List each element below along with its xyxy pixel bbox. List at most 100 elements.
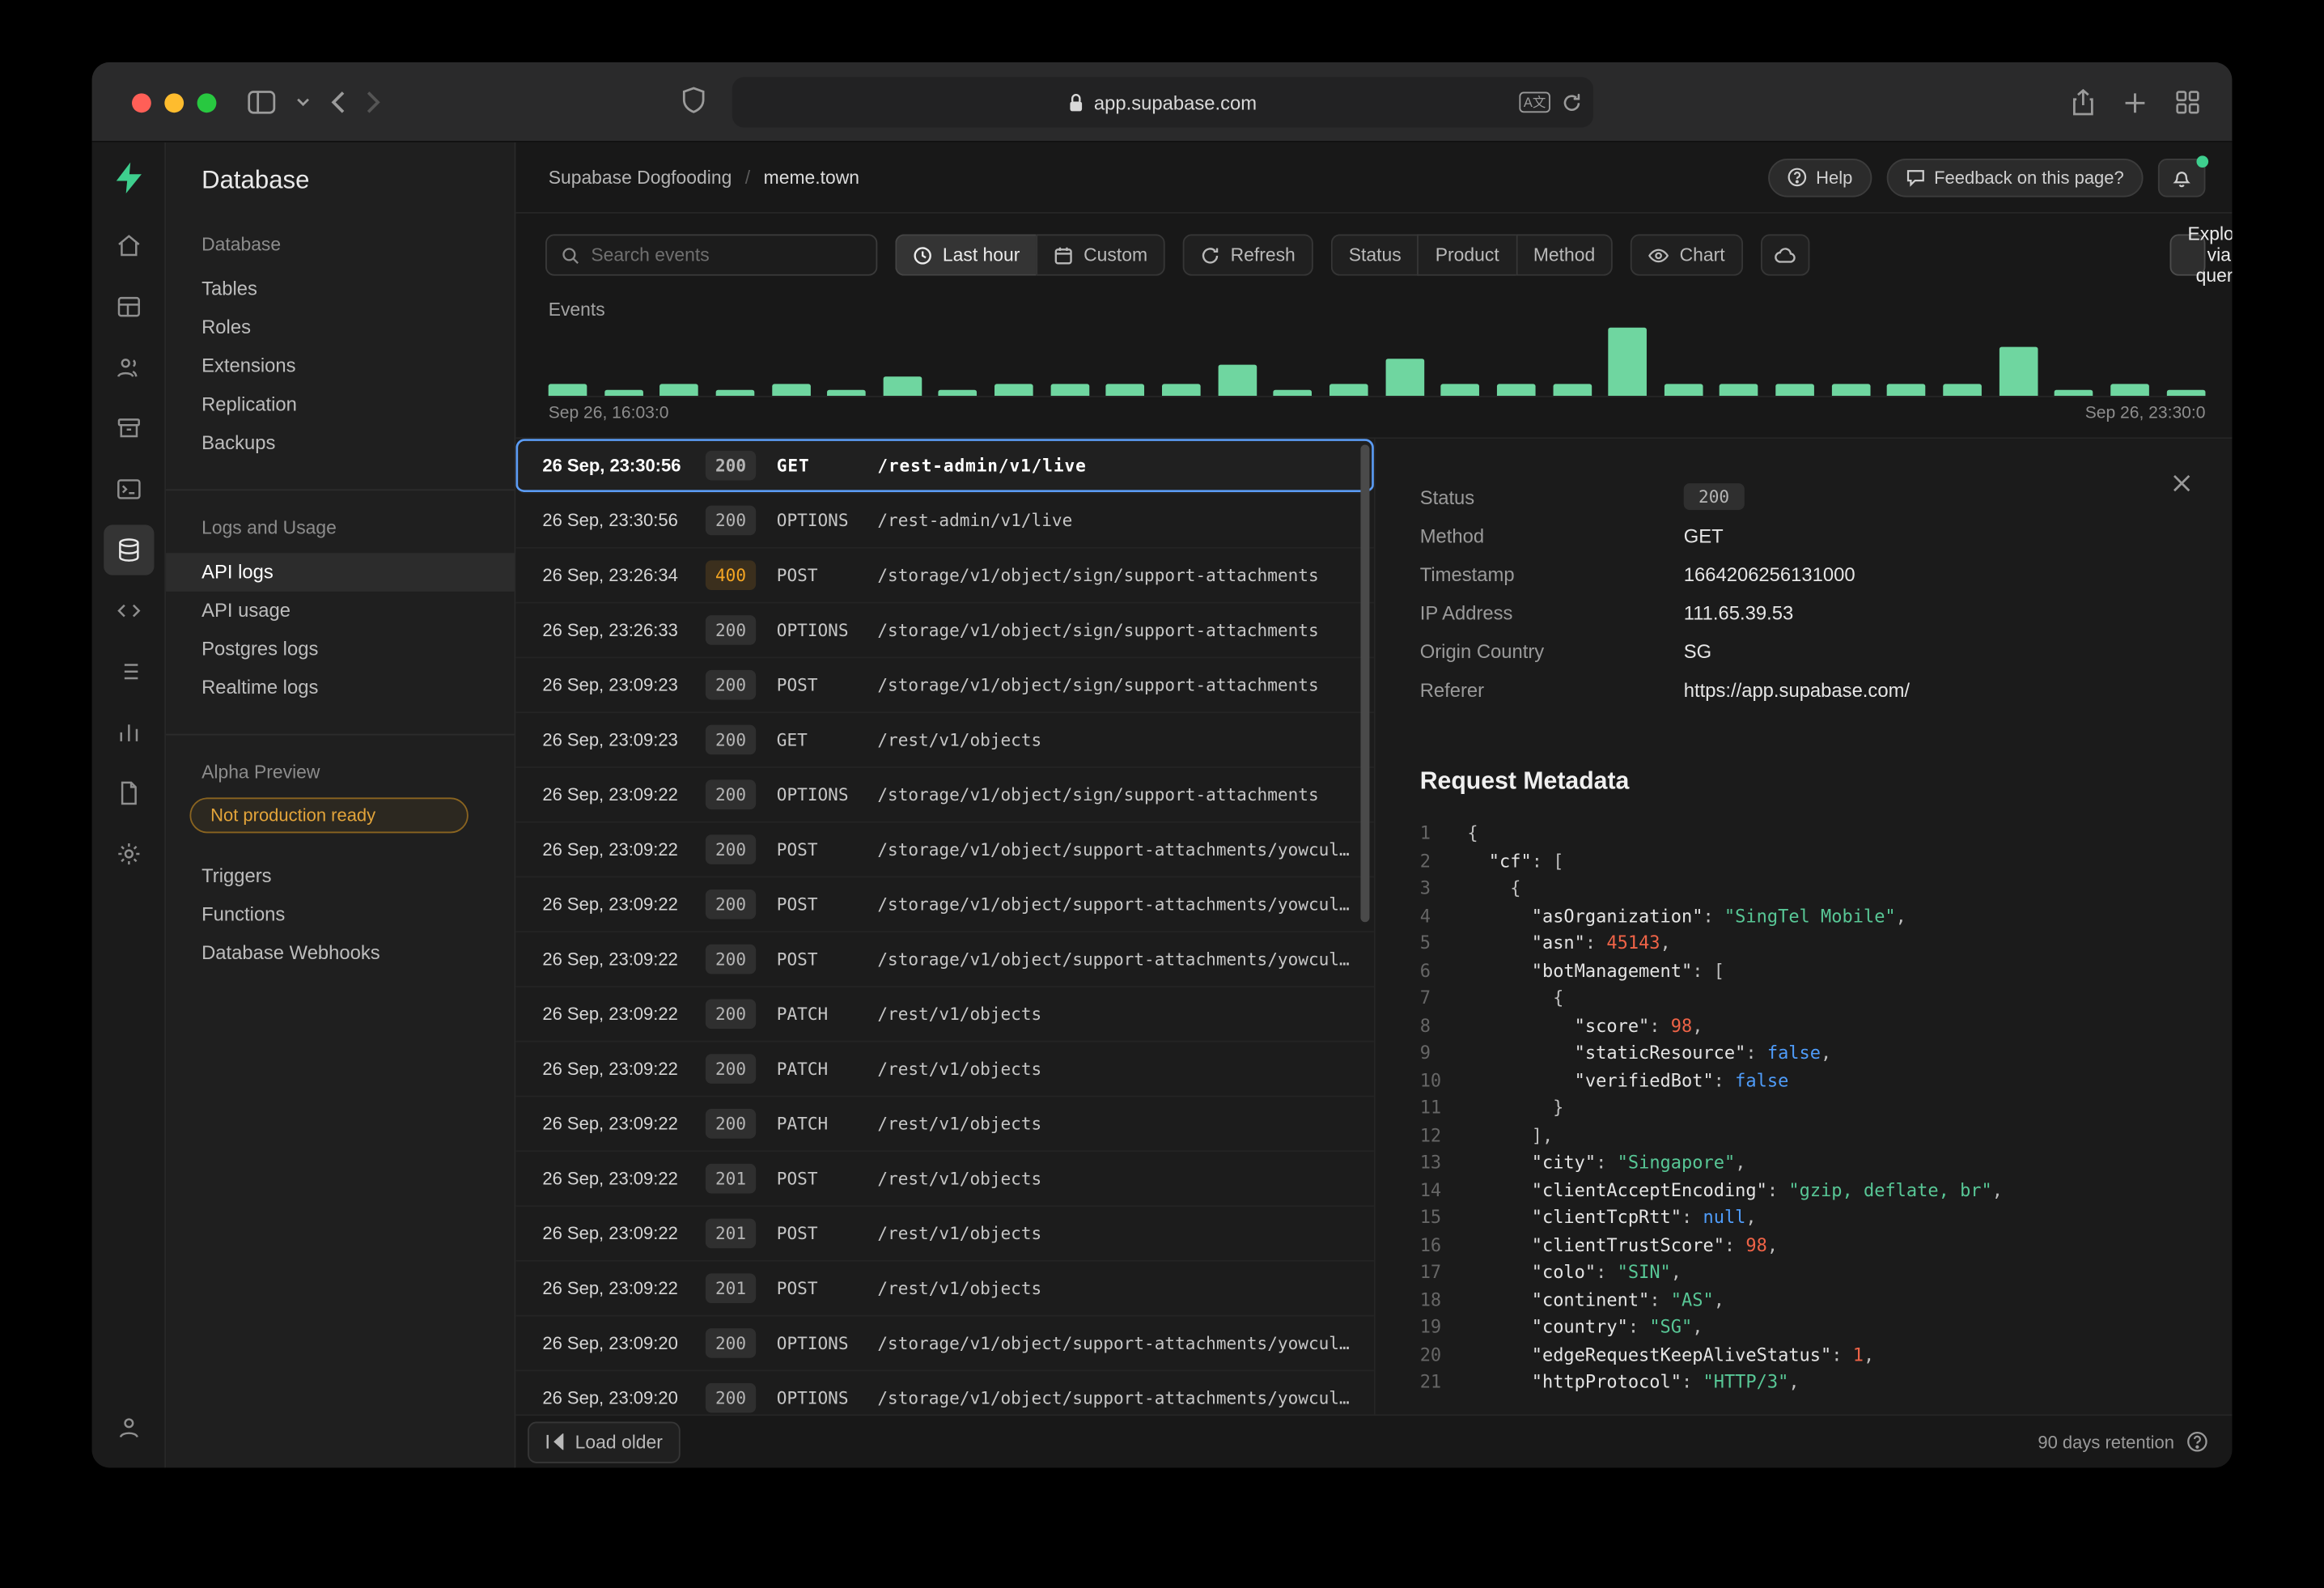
chart-bar[interactable]: [1385, 359, 1424, 396]
chart-bar[interactable]: [1775, 384, 1814, 396]
log-row[interactable]: 26 Sep, 23:09:22 200 OPTIONS /storage/v1…: [515, 768, 1374, 823]
chart-bar[interactable]: [2055, 390, 2093, 396]
log-row[interactable]: 26 Sep, 23:26:33 200 OPTIONS /storage/v1…: [515, 603, 1374, 658]
log-row[interactable]: 26 Sep, 23:26:34 400 POST /storage/v1/ob…: [515, 549, 1374, 604]
log-row[interactable]: 26 Sep, 23:09:22 200 PATCH /rest/v1/obje…: [515, 1042, 1374, 1098]
log-row[interactable]: 26 Sep, 23:30:56 200 OPTIONS /rest-admin…: [515, 494, 1374, 549]
chart-bar[interactable]: [1831, 384, 1870, 396]
chart-bar[interactable]: [1274, 390, 1313, 396]
sql-editor-icon[interactable]: [103, 464, 153, 514]
log-row[interactable]: 26 Sep, 23:09:22 201 POST /rest/v1/objec…: [515, 1262, 1374, 1317]
sidebar-item-extensions[interactable]: Extensions: [166, 347, 514, 386]
explore-via-query-button[interactable]: Explore via query: [2170, 234, 2206, 275]
log-row[interactable]: 26 Sep, 23:09:20 200 OPTIONS /storage/v1…: [515, 1371, 1374, 1414]
chart-bar[interactable]: [1943, 384, 1982, 396]
chart-bar[interactable]: [2110, 384, 2149, 396]
log-row[interactable]: 26 Sep, 23:09:22 200 POST /storage/v1/ob…: [515, 932, 1374, 987]
log-row[interactable]: 26 Sep, 23:09:22 201 POST /rest/v1/objec…: [515, 1152, 1374, 1207]
feedback-button[interactable]: Feedback on this page?: [1886, 158, 2143, 197]
help-button[interactable]: Help: [1769, 158, 1872, 197]
chart-bar[interactable]: [1665, 384, 1703, 396]
account-icon[interactable]: [103, 1403, 153, 1453]
storage-icon[interactable]: [103, 403, 153, 453]
settings-gear-icon[interactable]: [103, 829, 153, 879]
sidebar-item-triggers[interactable]: Triggers: [166, 857, 514, 896]
home-icon[interactable]: [103, 221, 153, 271]
database-icon[interactable]: [103, 524, 153, 575]
sidebar-item-tables[interactable]: Tables: [166, 270, 514, 308]
chart-bar[interactable]: [1050, 384, 1089, 396]
privacy-shield-icon[interactable]: [682, 86, 706, 114]
reload-icon[interactable]: [1563, 92, 1582, 112]
breadcrumb-page[interactable]: meme.town: [764, 167, 859, 188]
sidebar-item-api-logs[interactable]: API logs: [166, 553, 514, 592]
forward-button[interactable]: [366, 91, 380, 114]
filter-method-button[interactable]: Method: [1516, 234, 1613, 275]
reports-chart-icon[interactable]: [103, 707, 153, 758]
supabase-logo[interactable]: [110, 160, 146, 196]
chart-bar[interactable]: [549, 384, 587, 396]
chart-bar[interactable]: [1609, 328, 1648, 396]
refresh-button[interactable]: Refresh: [1183, 234, 1313, 275]
filter-status-button[interactable]: Status: [1331, 234, 1418, 275]
load-older-button[interactable]: Load older: [528, 1421, 681, 1463]
close-icon[interactable]: [2173, 474, 2190, 492]
chart-bar[interactable]: [604, 390, 643, 396]
search-events-input[interactable]: [591, 244, 861, 265]
logs-list-icon[interactable]: [103, 647, 153, 697]
chart-bar[interactable]: [994, 384, 1033, 396]
chart-bar[interactable]: [1999, 347, 2038, 396]
log-row[interactable]: 26 Sep, 23:30:56 200 GET /rest-admin/v1/…: [515, 439, 1374, 494]
custom-range-button[interactable]: Custom: [1037, 234, 1165, 275]
log-row[interactable]: 26 Sep, 23:09:23 200 POST /storage/v1/ob…: [515, 658, 1374, 713]
close-window-button[interactable]: [132, 93, 151, 113]
chart-bar[interactable]: [1106, 384, 1145, 396]
sidebar-item-api-usage[interactable]: API usage: [166, 592, 514, 631]
back-button[interactable]: [330, 91, 345, 114]
sidebar-item-roles[interactable]: Roles: [166, 308, 514, 347]
sidebar-item-backups[interactable]: Backups: [166, 424, 514, 463]
chart-bar[interactable]: [771, 384, 810, 396]
sidebar-item-replication[interactable]: Replication: [166, 385, 514, 424]
chart-bar[interactable]: [1720, 384, 1759, 396]
chart-bar[interactable]: [1218, 365, 1257, 396]
new-tab-icon[interactable]: [2124, 91, 2146, 113]
zoom-window-button[interactable]: [197, 93, 217, 113]
tab-overview-icon[interactable]: [2176, 91, 2199, 114]
chart-bar[interactable]: [883, 376, 922, 396]
log-row[interactable]: 26 Sep, 23:09:22 200 POST /storage/v1/ob…: [515, 823, 1374, 878]
log-row[interactable]: 26 Sep, 23:09:22 200 PATCH /rest/v1/obje…: [515, 1097, 1374, 1152]
chart-bar[interactable]: [1553, 384, 1592, 396]
notifications-button[interactable]: [2158, 158, 2206, 197]
log-row[interactable]: 26 Sep, 23:09:20 200 OPTIONS /storage/v1…: [515, 1316, 1374, 1371]
minimize-window-button[interactable]: [164, 93, 184, 113]
last-hour-button[interactable]: Last hour: [895, 234, 1036, 275]
chart-bar[interactable]: [2166, 390, 2205, 396]
table-editor-icon[interactable]: [103, 282, 153, 332]
search-events-box[interactable]: [545, 234, 877, 275]
chart-toggle-button[interactable]: Chart: [1631, 234, 1742, 275]
chart-bar[interactable]: [1162, 384, 1201, 396]
question-circle-icon[interactable]: [2186, 1431, 2208, 1453]
filter-product-button[interactable]: Product: [1418, 234, 1516, 275]
translate-icon[interactable]: A文: [1519, 92, 1550, 113]
api-code-icon[interactable]: [103, 585, 153, 635]
chart-bar[interactable]: [1441, 384, 1480, 396]
sidebar-toggle-icon[interactable]: [248, 91, 276, 114]
cloud-options-button[interactable]: [1761, 234, 1809, 275]
log-row[interactable]: 26 Sep, 23:09:22 201 POST /rest/v1/objec…: [515, 1207, 1374, 1262]
chart-bar[interactable]: [1887, 384, 1926, 396]
sidebar-item-database-webhooks[interactable]: Database Webhooks: [166, 934, 514, 973]
chart-bar[interactable]: [716, 390, 755, 396]
chart-bar[interactable]: [1497, 384, 1536, 396]
chart-bar[interactable]: [660, 384, 699, 396]
auth-users-icon[interactable]: [103, 342, 153, 393]
breadcrumb-project[interactable]: Supabase Dogfooding: [549, 167, 732, 188]
sidebar-item-realtime-logs[interactable]: Realtime logs: [166, 669, 514, 707]
chevron-down-icon[interactable]: [296, 98, 309, 107]
chart-bar[interactable]: [827, 390, 866, 396]
address-bar[interactable]: app.supabase.com A文: [732, 77, 1593, 127]
scrollbar-thumb[interactable]: [1360, 444, 1369, 922]
share-icon[interactable]: [2072, 89, 2094, 116]
sidebar-item-functions[interactable]: Functions: [166, 895, 514, 934]
